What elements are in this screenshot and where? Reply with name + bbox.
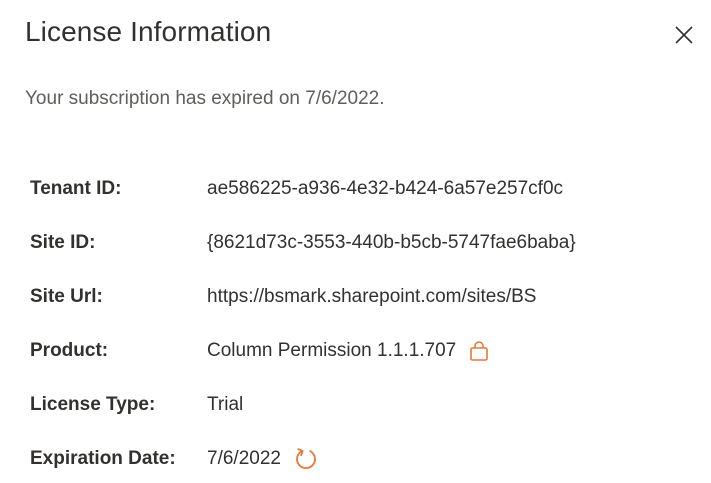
dialog-title: License Information bbox=[25, 16, 272, 47]
license-dialog: License Information Your subscription ha… bbox=[0, 0, 711, 483]
shopping-bag-icon[interactable] bbox=[468, 340, 490, 362]
tenant-id-row: Tenant ID: ae586225-a936-4e32-b424-6a57e… bbox=[30, 162, 680, 216]
expiration-date-label: Expiration Date: bbox=[30, 448, 176, 469]
site-url-value: https://bsmark.sharepoint.com/sites/BS bbox=[207, 286, 537, 307]
product-value-container: Column Permission 1.1.1.707 bbox=[207, 340, 490, 362]
site-url-label: Site Url: bbox=[30, 286, 103, 307]
site-url-row: Site Url: https://bsmark.sharepoint.com/… bbox=[30, 270, 680, 324]
license-info-table: Tenant ID: ae586225-a936-4e32-b424-6a57e… bbox=[30, 162, 680, 483]
tenant-id-value: ae586225-a936-4e32-b424-6a57e257cf0c bbox=[207, 178, 564, 199]
close-button[interactable] bbox=[669, 20, 699, 50]
site-id-row: Site ID: {8621d73c-3553-440b-b5cb-5747fa… bbox=[30, 216, 680, 270]
expiration-date-row: Expiration Date: 7/6/2022 bbox=[30, 432, 680, 483]
site-id-value: {8621d73c-3553-440b-b5cb-5747fae6baba} bbox=[207, 232, 576, 253]
product-row: Product: Column Permission 1.1.1.707 bbox=[30, 324, 680, 378]
site-id-label: Site ID: bbox=[30, 232, 96, 253]
expiration-date-value-container: 7/6/2022 bbox=[207, 446, 319, 472]
tenant-id-label: Tenant ID: bbox=[30, 178, 122, 199]
license-type-row: License Type: Trial bbox=[30, 378, 680, 432]
license-type-label: License Type: bbox=[30, 394, 156, 415]
refresh-icon[interactable] bbox=[293, 446, 319, 472]
close-icon bbox=[674, 25, 694, 45]
expiration-date-value: 7/6/2022 bbox=[207, 448, 281, 469]
product-label: Product: bbox=[30, 340, 109, 361]
license-type-value: Trial bbox=[207, 394, 244, 415]
product-value: Column Permission 1.1.1.707 bbox=[207, 340, 457, 361]
subscription-message: Your subscription has expired on 7/6/202… bbox=[25, 88, 385, 109]
